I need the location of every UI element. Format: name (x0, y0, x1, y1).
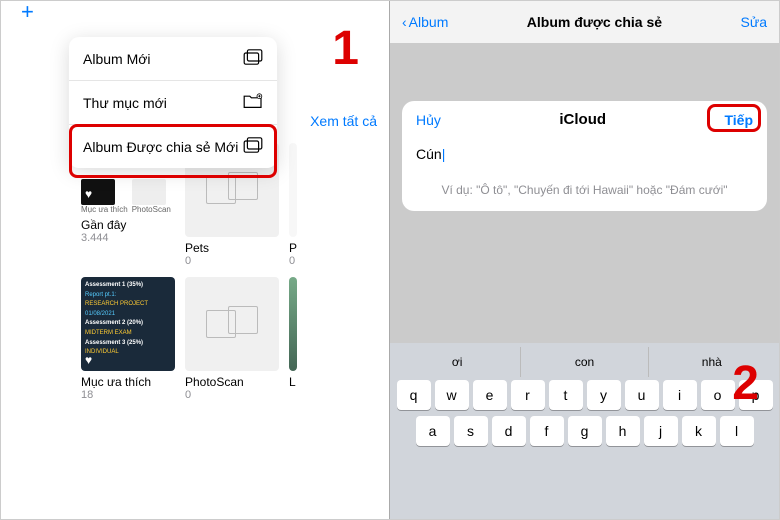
key[interactable]: t (549, 380, 583, 410)
chevron-left-icon: ‹ (402, 14, 407, 30)
menu-item-new-album[interactable]: Album Mới (69, 37, 277, 81)
see-all-link[interactable]: Xem tất cả (310, 113, 377, 129)
key[interactable]: j (644, 416, 678, 446)
key[interactable]: f (530, 416, 564, 446)
key[interactable]: y (587, 380, 621, 410)
top-toolbar: + (1, 1, 389, 23)
screenshot-panel-1: 1 + Album Mới Thư mục mới Album Được chi… (1, 1, 390, 519)
keyboard: ơi con nhà q w e r t y u i o p a s d f (390, 343, 779, 519)
heart-icon: ♥ (85, 187, 92, 201)
key[interactable]: w (435, 380, 469, 410)
add-button[interactable]: + (11, 0, 44, 35)
folder-plus-icon (243, 93, 263, 112)
album-title: L (289, 375, 297, 389)
screenshot-panel-2: ‹ Album Album được chia sẻ Sửa Hủy iClou… (390, 1, 779, 519)
step-marker-1: 1 (332, 21, 359, 76)
edit-button[interactable]: Sửa (741, 14, 768, 30)
album-title: P (289, 241, 297, 255)
album-item[interactable]: PhotoScan 0 (185, 277, 279, 401)
key[interactable]: s (454, 416, 488, 446)
key[interactable]: g (568, 416, 602, 446)
key[interactable]: k (682, 416, 716, 446)
key[interactable]: o (701, 380, 735, 410)
album-icon (243, 49, 263, 68)
highlight-box-2 (707, 104, 761, 132)
menu-item-new-folder[interactable]: Thư mục mới (69, 81, 277, 125)
key[interactable]: h (606, 416, 640, 446)
key[interactable]: r (511, 380, 545, 410)
album-title: Mục ưa thích (81, 375, 175, 389)
album-title: Pets (185, 241, 279, 255)
album-title: Gần đây (81, 218, 175, 232)
album-item[interactable]: Assessment 1 (35%) Report pt.1: RESEARCH… (81, 277, 175, 401)
album-item[interactable]: P 0 (289, 143, 297, 267)
album-item[interactable]: L (289, 277, 297, 401)
menu-item-label: Thư mục mới (83, 95, 243, 111)
album-count: 0 (185, 389, 279, 401)
keyboard-row-2: a s d f g h j k l (394, 413, 775, 449)
nav-bar: ‹ Album Album được chia sẻ Sửa (390, 1, 779, 43)
suggestion-bar: ơi con nhà (394, 347, 775, 377)
album-name-input[interactable]: Cún (416, 142, 753, 166)
heart-icon: ♥ (85, 353, 92, 367)
menu-item-label: Album Mới (83, 51, 243, 67)
highlight-box-1 (69, 124, 277, 178)
back-button[interactable]: ‹ Album (402, 14, 448, 30)
album-count: 0 (289, 255, 297, 267)
album-title: PhotoScan (185, 375, 279, 389)
key[interactable]: i (663, 380, 697, 410)
step-marker-2: 2 (732, 356, 759, 411)
album-grid: ♥ Mục ưa thích PhotoScan Gần đây 3.444 P… (81, 143, 383, 401)
album-count: 0 (185, 255, 279, 267)
input-hint: Ví dụ: "Ô tô", "Chuyến đi tới Hawaii" ho… (416, 182, 753, 199)
back-label: Album (409, 14, 449, 30)
album-count: 18 (81, 389, 175, 401)
key[interactable]: e (473, 380, 507, 410)
cancel-button[interactable]: Hủy (416, 112, 441, 128)
keyboard-row-1: q w e r t y u i o p (394, 377, 775, 413)
key[interactable]: u (625, 380, 659, 410)
key[interactable]: q (397, 380, 431, 410)
suggestion-key[interactable]: con (521, 347, 648, 377)
key[interactable]: d (492, 416, 526, 446)
key[interactable]: l (720, 416, 754, 446)
modal-title: iCloud (559, 111, 606, 128)
key[interactable]: a (416, 416, 450, 446)
nav-title: Album được chia sẻ (448, 14, 740, 30)
suggestion-key[interactable]: ơi (394, 347, 521, 377)
photo-thumbnail-text: Assessment 1 (35%) Report pt.1: RESEARCH… (81, 277, 175, 362)
album-count: 3.444 (81, 232, 175, 244)
